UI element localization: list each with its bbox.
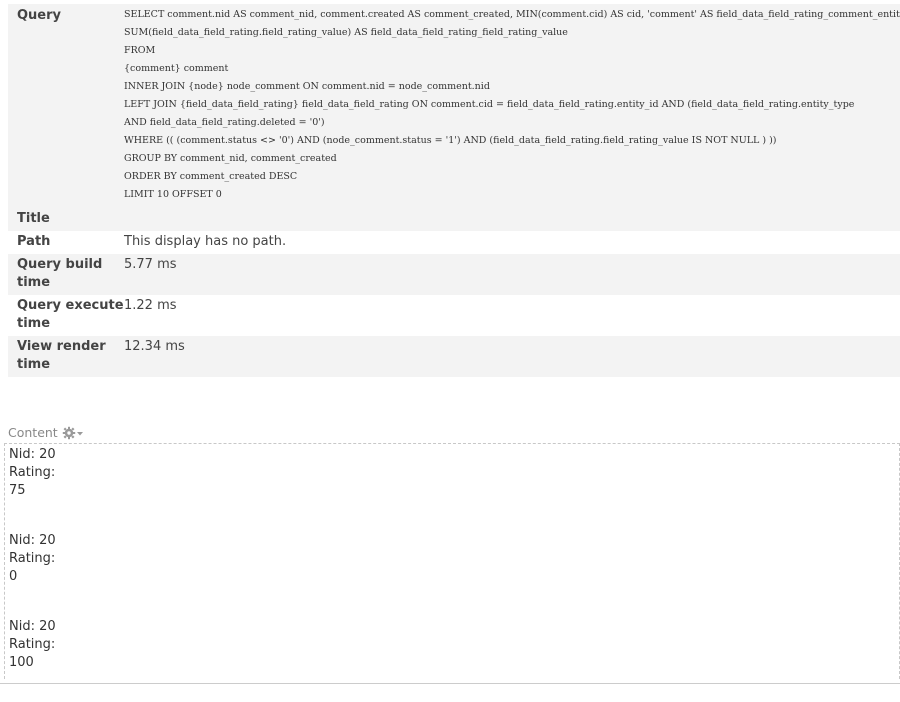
sql-line: ORDER BY comment_created DESC: [124, 171, 298, 182]
list-item: Nid: 20 Rating: 75: [9, 444, 899, 530]
list-item: Nid: 20 Rating: 100: [9, 616, 899, 702]
sql-line: SUM(field_data_field_rating.field_rating…: [124, 27, 568, 38]
path-label: Path: [17, 234, 51, 249]
sql-line: {comment} comment: [124, 63, 229, 74]
content-region-header: Content: [4, 424, 900, 442]
sql-line: GROUP BY comment_nid, comment_created: [124, 153, 337, 164]
title-row: Title: [8, 208, 900, 231]
rating-value: 0: [9, 569, 18, 584]
view-render-time-row: View render time 12.34 ms: [8, 336, 900, 377]
title-value: [124, 208, 900, 231]
views-preview-info-table: Query SELECT comment.nid AS comment_nid,…: [8, 4, 900, 377]
gear-icon[interactable]: [62, 426, 84, 440]
rating-value: 100: [9, 655, 34, 670]
sql-line: WHERE (( (comment.status <> '0') AND (no…: [124, 135, 777, 146]
sql-line: LIMIT 10 OFFSET 0: [124, 189, 222, 200]
view-render-time-value: 12.34 ms: [124, 339, 185, 354]
title-label: Title: [17, 211, 50, 226]
rating-label: Rating:: [9, 465, 56, 480]
view-results: Nid: 20 Rating: 75 Nid: 20 Rating: 0 Nid…: [4, 443, 900, 679]
path-row: Path This display has no path.: [8, 231, 900, 254]
sql-line: FROM: [124, 45, 156, 56]
sql-query-text: SELECT comment.nid AS comment_nid, comme…: [124, 6, 900, 204]
query-build-time-value: 5.77 ms: [124, 257, 177, 272]
query-build-time-row: Query build time 5.77 ms: [8, 254, 900, 295]
query-label: Query: [17, 8, 62, 23]
sql-line: AND field_data_field_rating.deleted = '0…: [124, 117, 325, 128]
rating-label: Rating:: [9, 637, 56, 652]
path-value: This display has no path.: [124, 234, 287, 249]
content-region-label: Content: [8, 425, 58, 440]
query-execute-time-value: 1.22 ms: [124, 298, 177, 313]
list-item: Nid: 20 Rating: 0: [9, 530, 899, 616]
sql-line: INNER JOIN {node} node_comment ON commen…: [124, 81, 490, 92]
rating-value: 75: [9, 483, 26, 498]
query-row: Query SELECT comment.nid AS comment_nid,…: [8, 4, 900, 208]
rating-label: Rating:: [9, 551, 56, 566]
divider: [0, 683, 900, 684]
sql-line: SELECT comment.nid AS comment_nid, comme…: [124, 9, 900, 20]
view-render-time-label: View render time: [17, 339, 106, 372]
content-region: Content Nid: 20 Rating: 75 Nid: 20 Ratin…: [4, 424, 900, 679]
nid-field: Nid: 20: [9, 533, 56, 548]
sql-line: LEFT JOIN {field_data_field_rating} fiel…: [124, 99, 855, 110]
query-value: SELECT comment.nid AS comment_nid, comme…: [124, 4, 900, 208]
nid-field: Nid: 20: [9, 447, 56, 462]
query-build-time-label: Query build time: [17, 257, 103, 290]
query-execute-time-label: Query execute time: [17, 298, 124, 331]
query-execute-time-row: Query execute time 1.22 ms: [8, 295, 900, 336]
nid-field: Nid: 20: [9, 619, 56, 634]
